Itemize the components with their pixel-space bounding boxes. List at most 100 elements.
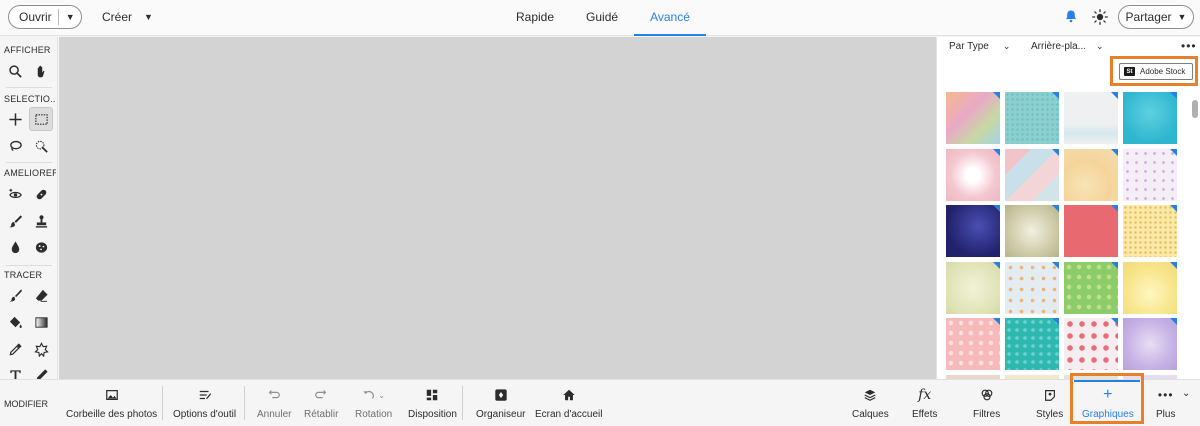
graphic-thumbnail[interactable] — [1123, 318, 1177, 370]
graphic-thumbnail[interactable] — [1064, 318, 1118, 370]
zoom-tool[interactable] — [3, 59, 27, 83]
smart-brush-tool[interactable] — [3, 209, 27, 233]
effects-fx-icon: fx — [918, 387, 932, 403]
undo-button[interactable]: Annuler — [257, 386, 291, 420]
rotation-button[interactable]: ⌄ Rotation — [355, 386, 392, 421]
section-afficher-label: AFFICHER — [4, 45, 51, 55]
thumbnail-badge — [993, 262, 1000, 269]
graphic-thumbnail[interactable] — [1005, 149, 1059, 201]
tool-options-button[interactable]: Options d'outil — [173, 386, 236, 420]
clone-stamp-tool[interactable] — [29, 209, 53, 233]
lasso-icon — [9, 140, 22, 151]
graphic-thumbnail[interactable] — [1123, 92, 1177, 144]
more-button[interactable]: ••• Plus — [1156, 386, 1175, 420]
quick-selection-icon — [35, 140, 48, 153]
bottom-bar: Corbeille des photos Options d'outil Ann… — [0, 379, 1200, 426]
spot-healing-tool[interactable] — [29, 182, 53, 206]
filter-background-dropdown[interactable]: Arrière-pla... ⌄ — [1031, 41, 1104, 52]
top-bar: Ouvrir ▼ Créer ▼ Rapide Guidé Avancé Par… — [0, 0, 1200, 36]
graphic-thumbnail[interactable] — [1123, 262, 1177, 314]
rotation-chevron-icon: ⌄ — [378, 390, 385, 400]
graphic-thumbnail[interactable] — [946, 318, 1000, 370]
share-button-label: Partager — [1125, 10, 1172, 24]
brightness-icon[interactable] — [1092, 9, 1108, 25]
custom-shape-tool[interactable] — [29, 337, 53, 361]
eyedropper-tool[interactable] — [3, 337, 27, 361]
lasso-tool[interactable] — [3, 134, 27, 158]
spot-healing-icon — [36, 189, 46, 199]
graphics-highlight — [1070, 373, 1144, 424]
move-tool[interactable] — [3, 107, 27, 131]
tool-options-label: Options d'outil — [173, 409, 237, 420]
quick-selection-tool[interactable] — [29, 134, 53, 158]
filters-icon — [981, 389, 992, 401]
bottom-expand-chevron-icon[interactable]: ⌄ — [1182, 388, 1190, 399]
hand-tool[interactable] — [29, 59, 53, 83]
tool-options-icon — [199, 390, 211, 400]
create-menu[interactable]: Créer ▼ — [102, 10, 153, 24]
open-dropdown-chevron-icon[interactable]: ▼ — [59, 12, 81, 22]
graphic-thumbnail[interactable] — [946, 149, 1000, 201]
filters-button[interactable]: Filtres — [973, 386, 1000, 420]
redo-button[interactable]: Rétablir — [304, 386, 338, 420]
filters-label: Filtres — [973, 409, 1001, 420]
notification-bell-icon[interactable] — [1064, 9, 1078, 23]
gradient-tool[interactable] — [29, 310, 53, 334]
graphic-thumbnail[interactable] — [1064, 92, 1118, 144]
sponge-icon — [35, 241, 47, 253]
graphic-thumbnail[interactable] — [1005, 205, 1059, 257]
clone-stamp-icon — [35, 214, 47, 228]
styles-label: Styles — [1036, 409, 1064, 420]
toolbox: AFFICHER SELECTIO... AMELIORER TRACER — [0, 37, 58, 426]
styles-icon — [1044, 390, 1055, 401]
mode-tabs: Rapide Guidé Avancé — [500, 0, 706, 36]
graphic-thumbnail[interactable] — [1064, 262, 1118, 314]
thumbnail-badge — [993, 92, 1000, 99]
brush-tool[interactable] — [3, 283, 27, 307]
graphic-thumbnail[interactable] — [1005, 262, 1059, 314]
layout-button[interactable]: Disposition — [408, 386, 457, 420]
filter-type-chevron-icon: ⌄ — [1002, 41, 1011, 51]
photo-bin-button[interactable]: Corbeille des photos — [66, 386, 157, 420]
organizer-button[interactable]: Organiseur — [476, 386, 525, 420]
toolbox-divider — [6, 87, 52, 88]
graphic-thumbnail[interactable] — [1064, 205, 1118, 257]
panel-more-icon[interactable]: ••• — [1181, 39, 1197, 53]
adobe-stock-button[interactable]: St Adobe Stock — [1119, 63, 1193, 80]
thumbnail-badge — [1052, 149, 1059, 156]
rotate-icon — [363, 390, 375, 399]
thumbnail-badge — [1111, 92, 1118, 99]
layers-button[interactable]: Calques — [852, 386, 889, 420]
share-button[interactable]: Partager ▼ — [1118, 5, 1194, 29]
blur-tool[interactable] — [3, 235, 27, 259]
eraser-tool[interactable] — [29, 283, 53, 307]
open-button[interactable]: Ouvrir ▼ — [8, 5, 82, 29]
thumbnail-badge — [993, 318, 1000, 325]
filter-type-dropdown[interactable]: Par Type ⌄ — [949, 41, 1010, 52]
sponge-tool[interactable] — [29, 235, 53, 259]
red-eye-tool[interactable] — [3, 182, 27, 206]
adobe-stock-logo-icon: St — [1124, 67, 1135, 76]
graphic-thumbnail[interactable] — [946, 205, 1000, 257]
thumbnail-badge — [1052, 318, 1059, 325]
canvas-area[interactable] — [59, 37, 936, 379]
section-modifier-label: MODIFIER — [4, 399, 48, 409]
graphic-thumbnail[interactable] — [1123, 205, 1177, 257]
graphic-thumbnail[interactable] — [1064, 149, 1118, 201]
tab-avance[interactable]: Avancé — [634, 0, 706, 36]
styles-button[interactable]: Styles — [1036, 386, 1063, 420]
paint-bucket-tool[interactable] — [3, 310, 27, 334]
bottom-divider — [244, 386, 245, 420]
rectangular-marquee-tool[interactable] — [29, 107, 53, 131]
panel-scrollbar[interactable] — [1192, 100, 1198, 118]
graphic-thumbnail[interactable] — [1005, 318, 1059, 370]
graphic-thumbnail[interactable] — [946, 92, 1000, 144]
tab-guide[interactable]: Guidé — [570, 0, 634, 36]
adobe-stock-label: Adobe Stock — [1140, 67, 1186, 76]
home-screen-button[interactable]: Ecran d'accueil — [535, 386, 603, 420]
tab-rapide[interactable]: Rapide — [500, 0, 570, 36]
effects-button[interactable]: fx Effets — [912, 386, 937, 420]
graphic-thumbnail[interactable] — [1123, 149, 1177, 201]
graphic-thumbnail[interactable] — [946, 262, 1000, 314]
graphic-thumbnail[interactable] — [1005, 92, 1059, 144]
